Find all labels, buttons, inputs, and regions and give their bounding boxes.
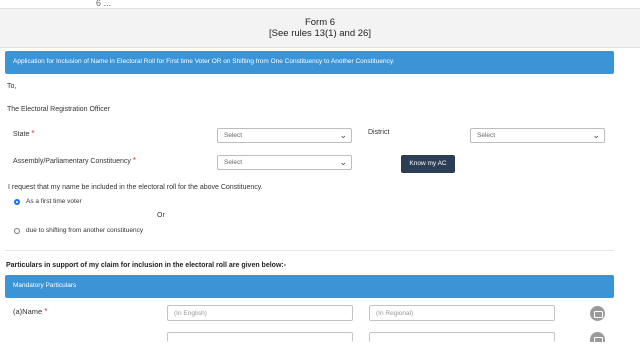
know-my-ac-button[interactable]: Know my AC (401, 155, 455, 173)
required-mark: * (132, 156, 136, 165)
shifting-label: due to shifting from another constituenc… (26, 227, 144, 234)
state-select[interactable]: Select ⌄ (217, 128, 352, 143)
particulars-heading: Particulars in support of my claim for i… (6, 262, 287, 269)
mandatory-particulars-banner: Mandatory Particulars (5, 275, 614, 298)
chevron-down-icon: ⌄ (339, 130, 347, 140)
info-banner: Application for Inclusion of Name in Ele… (5, 51, 614, 74)
name-label: (a)Name * (13, 307, 48, 316)
shifting-radio[interactable] (14, 228, 20, 234)
keyboard-icon[interactable] (590, 306, 605, 321)
required-mark: * (31, 129, 35, 138)
form-subtitle: [See rules 13(1) and 26] (269, 28, 371, 39)
top-cropped-strip: Form 6 ... (...) (0, 0, 640, 8)
first-time-voter-label: As a first time voter (26, 198, 82, 205)
required-mark: * (44, 307, 48, 316)
assembly-label: Assembly/Parliamentary Constituency * (13, 156, 136, 165)
district-label: District (368, 129, 390, 136)
next-row-english-input[interactable] (167, 332, 353, 342)
info-banner-text: Application for Inclusion of Name in Ele… (13, 58, 395, 65)
officer-label: The Electoral Registration Officer (7, 106, 110, 113)
assembly-select[interactable]: Select ⌄ (217, 155, 352, 170)
name-regional-input[interactable]: (In Regional) (369, 305, 555, 321)
district-select[interactable]: Select ⌄ (470, 128, 605, 143)
next-row-regional-input[interactable] (369, 332, 555, 342)
keyboard-icon[interactable] (590, 332, 605, 344)
chevron-down-icon: ⌄ (592, 130, 600, 140)
chevron-down-icon: ⌄ (339, 157, 347, 167)
assembly-select-value: Select (224, 159, 243, 166)
mandatory-particulars-label: Mandatory Particulars (13, 282, 77, 289)
district-select-value: Select (477, 132, 496, 139)
first-time-voter-radio[interactable] (14, 199, 20, 205)
section-divider (5, 250, 614, 251)
state-label: State * (13, 129, 35, 138)
request-text: I request that my name be included in th… (8, 184, 263, 191)
form-title: Form 6 (304, 17, 336, 28)
state-select-value: Select (224, 132, 243, 139)
to-label: To, (7, 83, 17, 90)
or-label: Or (157, 212, 165, 219)
name-english-input[interactable]: (In English) (167, 305, 353, 321)
